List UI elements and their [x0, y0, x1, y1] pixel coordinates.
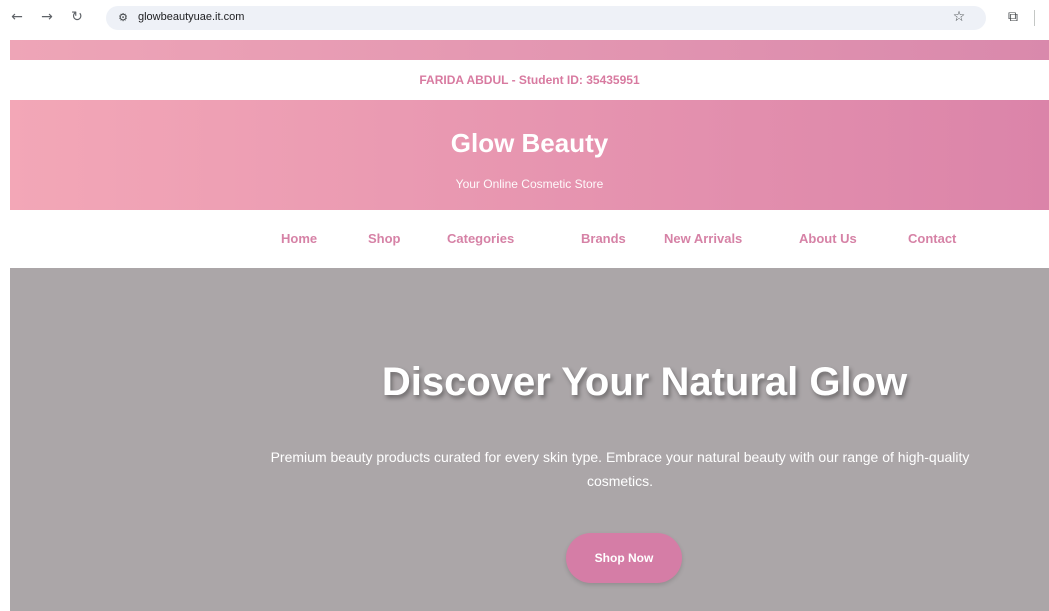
nav-link-about-us[interactable]: About Us	[799, 231, 857, 246]
nav-link-categories[interactable]: Categories	[447, 231, 514, 246]
hero-description: Premium beauty products curated for ever…	[270, 449, 970, 489]
arrow-left-icon[interactable]: ←	[8, 8, 26, 26]
brand-name: Glow Beauty	[450, 128, 609, 158]
student-info-text: FARIDA ABDUL - Student ID: 35435951	[419, 73, 640, 87]
top-accent-strip	[10, 40, 1049, 60]
toolbar-divider	[1034, 10, 1035, 26]
nav-link-shop[interactable]: Shop	[368, 231, 401, 246]
page-viewport: FARIDA ABDUL - Student ID: 35435951 Glow…	[10, 40, 1049, 611]
browser-toolbar: ← → ↻ ⚙ glowbeautyuae.it.com ☆ ⧉	[0, 0, 1049, 36]
hero-title: Discover Your Natural Glow	[381, 360, 908, 404]
main-nav: Home Shop Categories Brands New Arrivals…	[10, 210, 1049, 268]
shop-now-button[interactable]: Shop Now	[566, 533, 682, 583]
arrow-right-icon[interactable]: →	[38, 8, 56, 26]
url-text[interactable]: glowbeautyuae.it.com	[138, 11, 244, 23]
hero-section: Discover Your Natural Glow Premium beaut…	[10, 268, 1049, 611]
nav-link-brands[interactable]: Brands	[581, 231, 626, 246]
brand-tagline: Your Online Cosmetic Store	[455, 177, 604, 191]
site-header: Glow Beauty Your Online Cosmetic Store	[10, 100, 1049, 210]
student-info-bar: FARIDA ABDUL - Student ID: 35435951	[10, 60, 1049, 100]
nav-link-new-arrivals[interactable]: New Arrivals	[664, 231, 742, 246]
nav-link-contact[interactable]: Contact	[908, 231, 956, 246]
address-bar[interactable]: ⚙ glowbeautyuae.it.com	[106, 6, 986, 30]
tune-icon[interactable]: ⚙	[114, 9, 132, 27]
puzzle-icon[interactable]: ⧉	[1004, 8, 1022, 26]
star-icon[interactable]: ☆	[950, 8, 968, 26]
reload-icon[interactable]: ↻	[68, 8, 86, 26]
nav-link-home[interactable]: Home	[281, 231, 317, 246]
